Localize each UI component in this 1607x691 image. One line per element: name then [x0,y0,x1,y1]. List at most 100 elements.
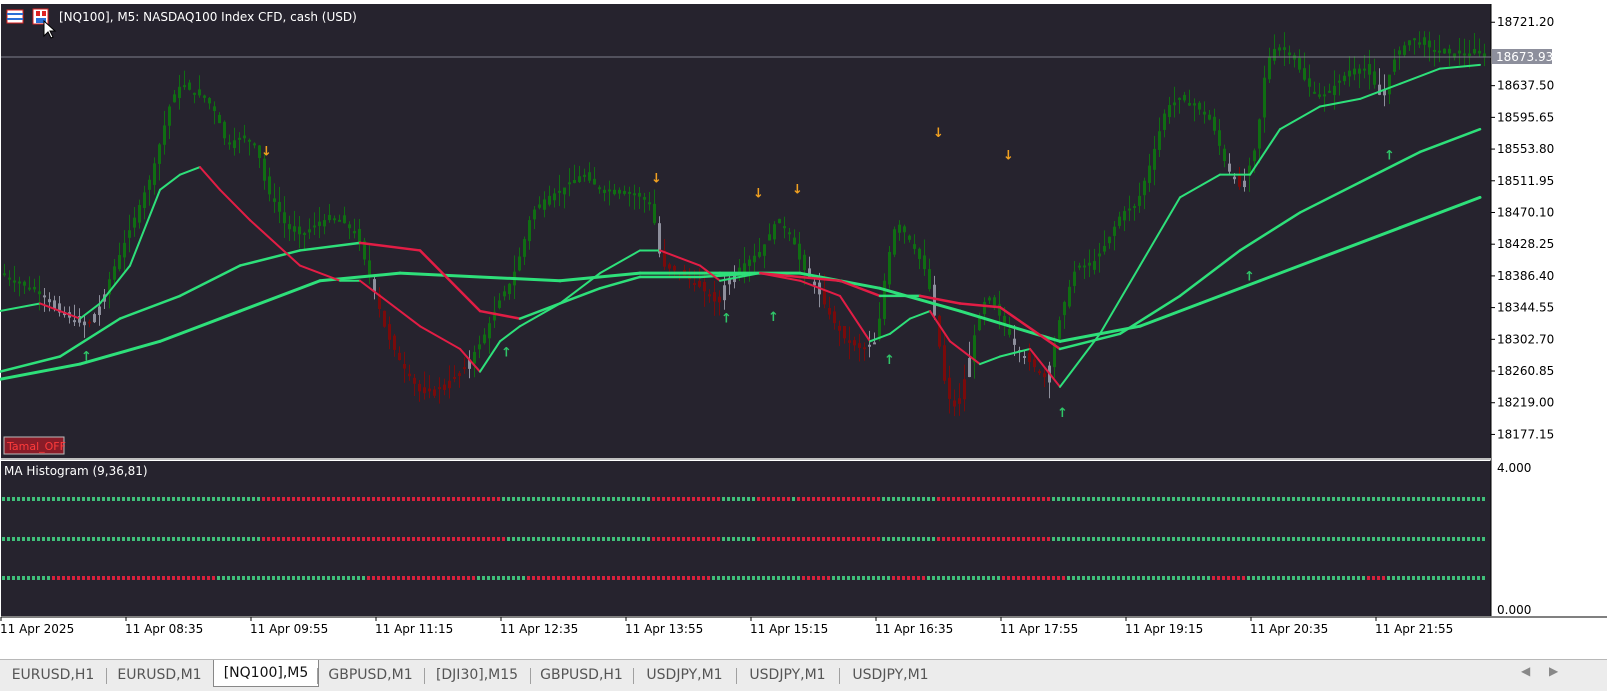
histogram-dot [772,576,775,580]
histogram-dot [537,537,540,541]
histogram-dot [327,497,330,501]
histogram-dot [162,537,165,541]
histogram-dot [767,537,770,541]
histogram-dot [822,576,825,580]
histogram-dot [307,537,310,541]
histogram-dot [137,497,140,501]
candle-body [1258,119,1261,149]
histogram-dot [1337,576,1340,580]
histogram-dot [467,576,470,580]
histogram-dot [812,497,815,501]
grid-icon[interactable] [6,9,24,24]
histogram-dot [792,537,795,541]
histogram-dot [1077,576,1080,580]
histogram-dot [997,576,1000,580]
histogram-dot [352,576,355,580]
candle-body [768,234,771,241]
tab-usdjpy-m1[interactable]: USDJPY,M1 [839,664,942,686]
candle-body [1163,113,1166,130]
histogram-dot [422,497,425,501]
histogram-dot [1107,576,1110,580]
histogram-dot [1192,497,1195,501]
tab-gbpusd-m1[interactable]: GBPUSD,M1 [317,664,424,686]
histogram-dot [467,497,470,501]
tab-gbpusd-h1[interactable]: GBPUSD,H1 [530,664,633,686]
histogram-dot [632,576,635,580]
histogram-dot [552,576,555,580]
histogram-dot [582,537,585,541]
tab-scroll-left-icon[interactable]: ◀ [1521,664,1530,678]
candle-body [853,340,856,346]
histogram-dot [1162,537,1165,541]
histogram-dot [152,537,155,541]
candle-body [113,266,116,280]
candle-body [438,387,441,390]
histogram-dot [132,497,135,501]
tab-eurusd-m1[interactable]: EURUSD,M1 [106,664,213,686]
tab-dji30-m15[interactable]: [DJI30],M15 [424,664,530,686]
time-label: 11 Apr 08:35 [125,622,203,636]
price-label: 18219.00 [1497,396,1554,410]
histogram-dot [1197,497,1200,501]
histogram-dot [1262,537,1265,541]
histogram-dot [1182,576,1185,580]
main-chart-area[interactable] [1,4,1491,458]
histogram-dot [452,576,455,580]
candle-body [53,300,56,309]
histogram-dot [117,497,120,501]
histogram-dot [1287,537,1290,541]
histogram-dot [1067,537,1070,541]
histogram-dot [842,497,845,501]
histogram-dot [1447,497,1450,501]
histogram-dot [967,576,970,580]
histogram-dot [82,576,85,580]
tab-eurusd-h1[interactable]: EURUSD,H1 [0,664,106,686]
histogram-dot [612,537,615,541]
candle-body [833,311,836,324]
histogram-dot [802,537,805,541]
histogram-dot [147,497,150,501]
histogram-dot [27,497,30,501]
histogram-dot [1157,497,1160,501]
histogram-dot [832,497,835,501]
histogram-dot [302,497,305,501]
candle-body [128,230,131,238]
tab-scroll-right-icon[interactable]: ▶ [1549,664,1558,678]
histogram-dot [907,576,910,580]
candle-body [933,284,936,316]
histogram-dot [987,576,990,580]
histogram-dot [17,497,20,501]
histogram-dot [972,537,975,541]
histogram-dot [32,576,35,580]
histogram-dot [587,537,590,541]
histogram-dot [72,576,75,580]
histogram-dot [1087,537,1090,541]
histogram-dot [1207,497,1210,501]
histogram-dot [1202,497,1205,501]
histogram-dot [382,497,385,501]
tab-nq100-m5[interactable]: [NQ100],M5 [213,660,319,687]
histogram-dot [672,497,675,501]
histogram-dot [502,537,505,541]
candle-body [173,94,176,103]
histogram-dot [17,576,20,580]
chart-canvas[interactable]: ↑ ↑ ↑ ↑ ↑ ↑ ↑ ↑ ↓ ↓ ↓ ↓ ↓ ↓ 18673.93 18721.20 18637.50… [0,0,1607,690]
histogram-dot [1412,497,1415,501]
histogram-dot [1117,537,1120,541]
histogram-dot [332,497,335,501]
candle-body [283,212,286,224]
histogram-dot [1477,497,1480,501]
tab-usdjpy-m1[interactable]: USDJPY,M1 [736,664,839,686]
histogram-dot [32,537,35,541]
candle-body [893,229,896,255]
histogram-dot [942,576,945,580]
tab-usdjpy-m1[interactable]: USDJPY,M1 [633,664,736,686]
histogram-dot [402,576,405,580]
histogram-dot [127,497,130,501]
candle-body [983,301,986,315]
histogram-dot [1007,497,1010,501]
histogram-dot [467,537,470,541]
histogram-dot [737,576,740,580]
histogram-dot [1422,497,1425,501]
histogram-dot [982,497,985,501]
